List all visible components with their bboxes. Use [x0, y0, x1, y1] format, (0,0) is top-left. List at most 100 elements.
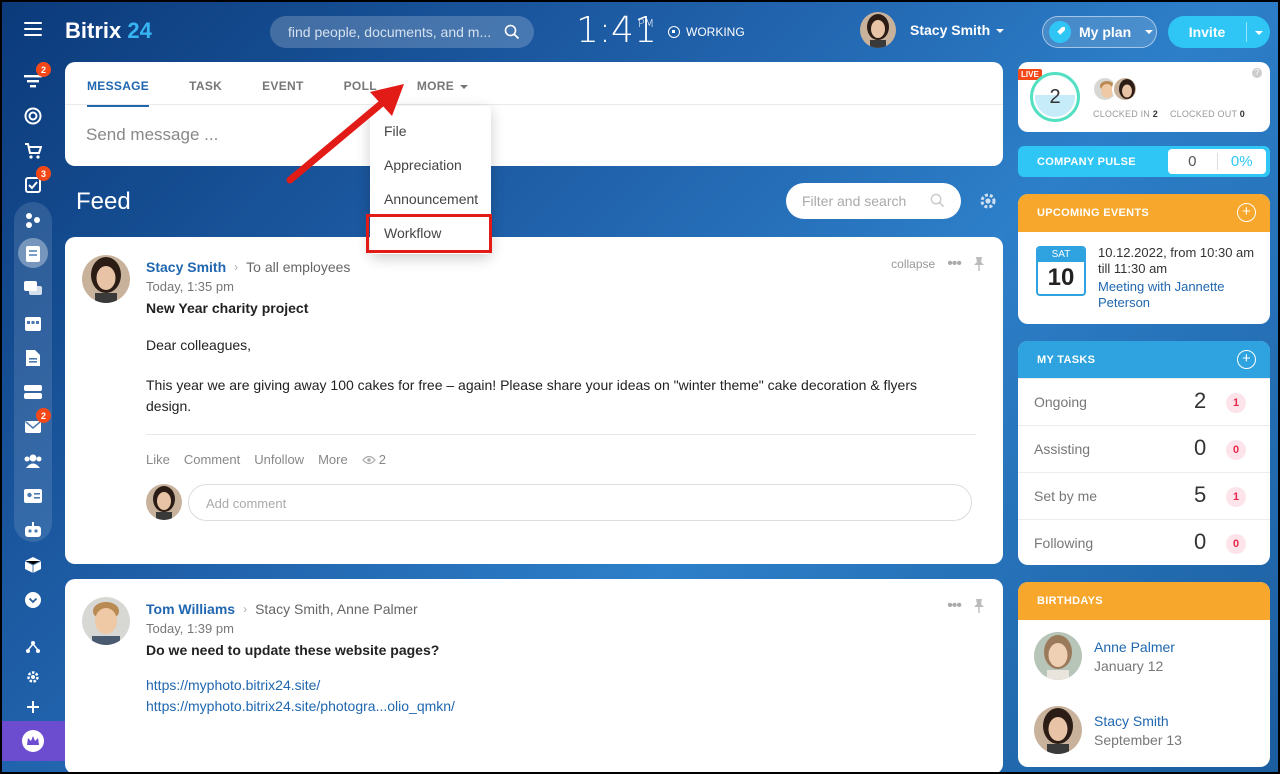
- cart-icon: [25, 143, 42, 159]
- birthday-date: January 12: [1094, 657, 1164, 674]
- birthday-item[interactable]: Anne Palmer January 12: [1034, 632, 1175, 680]
- tasks-header: MY TASKS +: [1018, 341, 1270, 379]
- search-icon[interactable]: [504, 24, 520, 40]
- tab-more-label: MORE: [416, 79, 455, 93]
- comment-button[interactable]: Comment: [184, 452, 240, 467]
- birthday-item[interactable]: Stacy Smith September 13: [1034, 706, 1182, 754]
- add-event-button[interactable]: +: [1237, 203, 1256, 222]
- post-time[interactable]: Today, 1:39 pm: [146, 621, 234, 636]
- menu-item-announcement[interactable]: Announcement: [384, 191, 478, 207]
- sidebar-item-feed[interactable]: 2: [22, 62, 51, 92]
- upgrade-button[interactable]: [0, 721, 65, 761]
- sidebar-item-tasks[interactable]: 3: [22, 166, 51, 196]
- search-icon[interactable]: [930, 193, 945, 208]
- author-avatar[interactable]: [82, 597, 130, 645]
- unfollow-button[interactable]: Unfollow: [254, 452, 304, 467]
- more-dots-icon[interactable]: •••: [947, 597, 962, 615]
- my-plan-button[interactable]: My plan: [1042, 16, 1157, 48]
- task-row-ongoing[interactable]: Ongoing 2 1: [1018, 378, 1270, 425]
- feed-post: Stacy Smith › To all employees Today, 1:…: [65, 237, 1003, 564]
- comment-box[interactable]: [188, 484, 972, 521]
- author-avatar[interactable]: [82, 255, 130, 303]
- pulse-percent: 0%: [1230, 153, 1253, 170]
- sidebar-item-settings[interactable]: [22, 666, 44, 688]
- post-title: Do we need to update these website pages…: [146, 642, 440, 658]
- sidebar-item-calendar[interactable]: [22, 312, 44, 334]
- company-pulse[interactable]: COMPANY PULSE 0 0%: [1018, 146, 1270, 177]
- target-icon: [24, 107, 42, 125]
- eye-icon: [361, 455, 376, 464]
- more-button[interactable]: More: [318, 452, 348, 467]
- post-link[interactable]: https://myphoto.bitrix24.site/photogra..…: [146, 698, 455, 714]
- author-name[interactable]: Stacy Smith: [146, 259, 226, 275]
- sidebar-item-employees[interactable]: [22, 450, 44, 472]
- document-icon: [26, 350, 40, 366]
- left-sidebar: 2 3 2: [0, 62, 65, 774]
- event-title-link[interactable]: Meeting with Jannette Peterson: [1098, 279, 1258, 311]
- invite-dropdown[interactable]: [1247, 24, 1270, 40]
- sidebar-item-goals[interactable]: [22, 105, 44, 127]
- post-recipients[interactable]: To all employees: [246, 259, 350, 275]
- sidebar-item-sitemap[interactable]: [22, 636, 44, 658]
- task-row-value: 2: [1194, 388, 1207, 413]
- gear-icon[interactable]: [979, 192, 997, 210]
- task-row-following[interactable]: Following 0 0: [1018, 519, 1270, 565]
- task-row-badge: 1: [1226, 393, 1246, 413]
- tab-more[interactable]: MORE: [416, 79, 469, 107]
- stop-icon: [668, 26, 680, 38]
- post-recipients[interactable]: Stacy Smith, Anne Palmer: [255, 601, 418, 617]
- post-link[interactable]: https://myphoto.bitrix24.site/: [146, 677, 320, 693]
- pin-icon[interactable]: [973, 257, 985, 271]
- event-day: 10: [1047, 264, 1075, 291]
- sidebar-item-shop[interactable]: [22, 140, 44, 162]
- sidebar-item-news[interactable]: [22, 243, 44, 265]
- logo-text: Bitrix: [65, 18, 122, 43]
- birthday-name[interactable]: Anne Palmer: [1094, 639, 1175, 655]
- gear-icon: [27, 671, 39, 683]
- avatar: [860, 12, 896, 48]
- sidebar-item-more[interactable]: [22, 589, 44, 611]
- filter-input[interactable]: [802, 193, 932, 209]
- more-dots-icon[interactable]: •••: [947, 255, 962, 273]
- sidebar-item-mail[interactable]: 2: [22, 408, 51, 438]
- help-icon[interactable]: ?: [1252, 68, 1262, 78]
- logo[interactable]: Bitrix 24: [65, 18, 152, 44]
- post-title: New Year charity project: [146, 300, 309, 316]
- search-bar[interactable]: [270, 16, 534, 48]
- task-row-set-by-me[interactable]: Set by me 5 1: [1018, 472, 1270, 519]
- search-input[interactable]: [288, 24, 493, 40]
- pin-icon[interactable]: [973, 599, 985, 613]
- birthday-name[interactable]: Stacy Smith: [1094, 713, 1182, 729]
- sidebar-item-documents[interactable]: [22, 347, 44, 369]
- author-name[interactable]: Tom Williams: [146, 601, 235, 617]
- task-row-badge: 0: [1226, 534, 1246, 554]
- send-message-input[interactable]: Send message ...: [86, 125, 218, 145]
- feed-filter[interactable]: [786, 183, 961, 219]
- comment-input[interactable]: [206, 496, 906, 511]
- views-count[interactable]: 2: [361, 452, 386, 467]
- collapse-link[interactable]: collapse: [891, 257, 935, 271]
- sidebar-item-add[interactable]: [22, 696, 44, 718]
- timeman-widget[interactable]: LIVE 2 CLOCKED IN 2 CLOCKED OUT 0 ?: [1018, 62, 1270, 132]
- sidebar-item-chats[interactable]: [22, 278, 44, 300]
- work-status[interactable]: WORKING: [668, 25, 745, 39]
- sidebar-item-contacts[interactable]: [22, 485, 44, 507]
- post-controls: collapse •••: [891, 255, 985, 273]
- chevron-right-icon: ›: [243, 602, 248, 616]
- tab-message[interactable]: MESSAGE: [87, 79, 150, 107]
- clocked-in-counter[interactable]: 2: [1030, 72, 1080, 122]
- sidebar-item-drive[interactable]: [22, 381, 44, 403]
- sidebar-item-crm[interactable]: [22, 209, 44, 231]
- post-controls: •••: [947, 597, 985, 615]
- menu-icon[interactable]: [24, 22, 42, 36]
- add-task-button[interactable]: +: [1237, 350, 1256, 369]
- like-button[interactable]: Like: [146, 452, 170, 467]
- invite-button[interactable]: Invite: [1168, 16, 1270, 48]
- task-row-assisting[interactable]: Assisting 0 0: [1018, 425, 1270, 472]
- sidebar-item-automation[interactable]: [22, 519, 44, 541]
- invite-label: Invite: [1188, 24, 1226, 40]
- user-menu[interactable]: Stacy Smith: [860, 12, 1005, 48]
- tab-task[interactable]: TASK: [189, 79, 222, 107]
- post-time[interactable]: Today, 1:35 pm: [146, 279, 234, 294]
- sidebar-item-market[interactable]: [22, 554, 44, 576]
